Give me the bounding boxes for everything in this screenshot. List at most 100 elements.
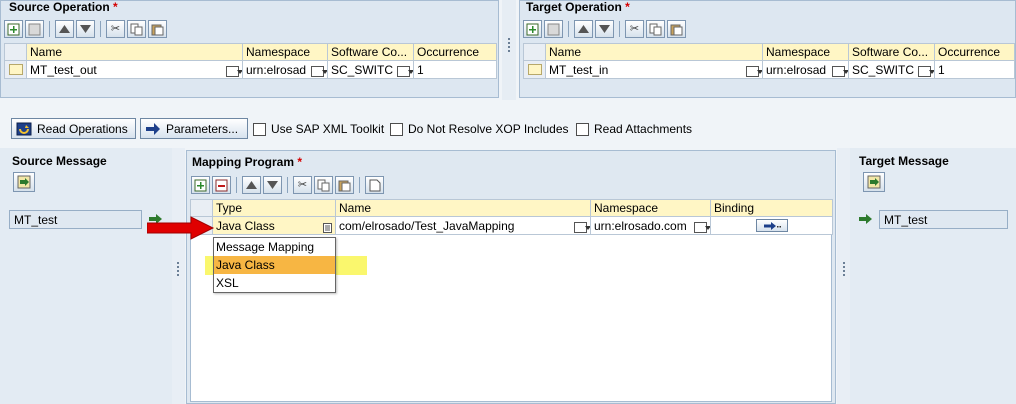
no-xop-checkbox[interactable]: Do Not Resolve XOP Includes (390, 122, 569, 136)
checkbox-label: Use SAP XML Toolkit (271, 122, 385, 136)
dropdown-option-selected[interactable]: Java Class (214, 256, 335, 274)
cut-icon[interactable]: ✂ (106, 20, 125, 38)
paste-icon[interactable] (335, 176, 354, 194)
source-message-field[interactable]: MT_test (9, 210, 142, 229)
column-header[interactable]: Occurrence (934, 43, 1015, 61)
toolbar-separator (236, 177, 237, 193)
value-help-icon[interactable] (694, 221, 710, 233)
source-operation-title: Source Operation * (9, 0, 118, 14)
column-header[interactable]: Namespace (242, 43, 328, 61)
target-message-field[interactable]: MT_test (879, 210, 1008, 229)
move-down-icon[interactable] (595, 20, 614, 38)
delete-row-icon[interactable] (25, 20, 44, 38)
column-header[interactable]: Binding (710, 199, 833, 217)
value-help-icon[interactable] (574, 221, 590, 233)
name-cell[interactable]: com/elrosado/Test_JavaMapping (335, 216, 591, 235)
parameters-arrow-icon (146, 122, 160, 135)
software-cell[interactable]: SC_SWITC (848, 60, 935, 79)
dropdown-option[interactable]: Message Mapping (214, 238, 335, 256)
parameters-label: Parameters... (166, 121, 239, 136)
read-attachments-checkbox[interactable]: Read Attachments (576, 122, 692, 136)
delete-row-icon[interactable] (544, 20, 563, 38)
toolbar-separator (100, 21, 101, 37)
namespace-cell[interactable]: urn:elrosado.com (590, 216, 711, 235)
target-message-button[interactable] (863, 172, 885, 192)
splitter-grip (508, 38, 510, 52)
insert-icon[interactable] (365, 176, 384, 194)
copy-icon[interactable] (127, 20, 146, 38)
value-help-icon[interactable] (397, 65, 413, 77)
column-header[interactable]: Software Co... (327, 43, 414, 61)
row-selector-header (4, 43, 27, 61)
parameters-button[interactable]: Parameters... (140, 118, 248, 139)
row-selector[interactable] (4, 60, 27, 79)
type-dropdown-list[interactable]: Message Mapping Java Class XSL (213, 237, 336, 293)
value-help-icon[interactable] (918, 65, 934, 77)
cut-icon[interactable]: ✂ (293, 176, 312, 194)
read-operations-label: Read Operations (37, 121, 128, 136)
target-message-title: Target Message (859, 154, 949, 168)
column-header[interactable]: Type (212, 199, 336, 217)
binding-cell (710, 216, 833, 235)
checkbox-label: Do Not Resolve XOP Includes (408, 122, 569, 136)
checkbox-box[interactable] (576, 122, 589, 136)
cut-icon[interactable]: ✂ (625, 20, 644, 38)
occurrence-cell[interactable]: 1 (934, 60, 1015, 79)
value-help-icon[interactable] (226, 65, 242, 77)
table-header-row: Name Namespace Software Co... Occurrence (523, 43, 1015, 61)
namespace-cell[interactable]: urn:elrosad (242, 60, 328, 79)
binding-button[interactable] (755, 219, 788, 232)
name-cell[interactable]: MT_test_in (545, 60, 763, 79)
move-up-icon[interactable] (574, 20, 593, 38)
mapping-program-toolbar: ✂ (191, 176, 384, 194)
toolbar-separator (619, 21, 620, 37)
target-operation-title: Target Operation * (526, 0, 630, 14)
move-down-icon[interactable] (263, 176, 282, 194)
move-down-icon[interactable] (76, 20, 95, 38)
row-selector[interactable] (523, 60, 546, 79)
dropdown-icon[interactable] (323, 222, 332, 233)
dropdown-option[interactable]: XSL (214, 274, 335, 292)
column-header[interactable]: Name (26, 43, 243, 61)
column-header[interactable]: Software Co... (848, 43, 935, 61)
table-row: MT_test_out urn:elrosad SC_SWITC 1 (4, 60, 497, 79)
source-message-title: Source Message (12, 154, 107, 168)
source-message-button[interactable] (13, 172, 35, 192)
value-help-icon[interactable] (832, 65, 848, 77)
column-header[interactable]: Name (545, 43, 763, 61)
checkbox-box[interactable] (253, 122, 266, 136)
column-header[interactable]: Namespace (590, 199, 711, 217)
value-help-icon[interactable] (746, 65, 762, 77)
occurrence-cell[interactable]: 1 (413, 60, 497, 79)
use-sap-xml-checkbox[interactable]: Use SAP XML Toolkit (253, 122, 384, 136)
checkbox-label: Read Attachments (594, 122, 693, 136)
left-splitter[interactable] (172, 148, 185, 404)
paste-icon[interactable] (667, 20, 686, 38)
namespace-cell[interactable]: urn:elrosad (762, 60, 849, 79)
software-cell[interactable]: SC_SWITC (327, 60, 414, 79)
type-cell[interactable]: Java Class (212, 216, 336, 235)
copy-icon[interactable] (646, 20, 665, 38)
create-row-icon[interactable] (191, 176, 210, 194)
delete-row-icon[interactable] (212, 176, 231, 194)
toolbar-separator (359, 177, 360, 193)
toolbar-separator (287, 177, 288, 193)
column-header[interactable]: Occurrence (413, 43, 497, 61)
column-header[interactable]: Namespace (762, 43, 849, 61)
target-operation-table: Name Namespace Software Co... Occurrence… (523, 43, 1015, 79)
move-up-icon[interactable] (55, 20, 74, 38)
move-up-icon[interactable] (242, 176, 261, 194)
checkbox-box[interactable] (390, 122, 403, 136)
paste-icon[interactable] (148, 20, 167, 38)
read-operations-button[interactable]: Read Operations (11, 118, 136, 139)
column-header[interactable]: Name (335, 199, 591, 217)
right-splitter[interactable] (837, 148, 850, 404)
create-row-icon[interactable] (523, 20, 542, 38)
create-row-icon[interactable] (4, 20, 23, 38)
value-help-icon[interactable] (311, 65, 327, 77)
row-selector-header (190, 199, 213, 217)
name-cell[interactable]: MT_test_out (26, 60, 243, 79)
target-message-arrow-icon (859, 214, 872, 224)
copy-icon[interactable] (314, 176, 333, 194)
message-link-icon (17, 175, 31, 189)
